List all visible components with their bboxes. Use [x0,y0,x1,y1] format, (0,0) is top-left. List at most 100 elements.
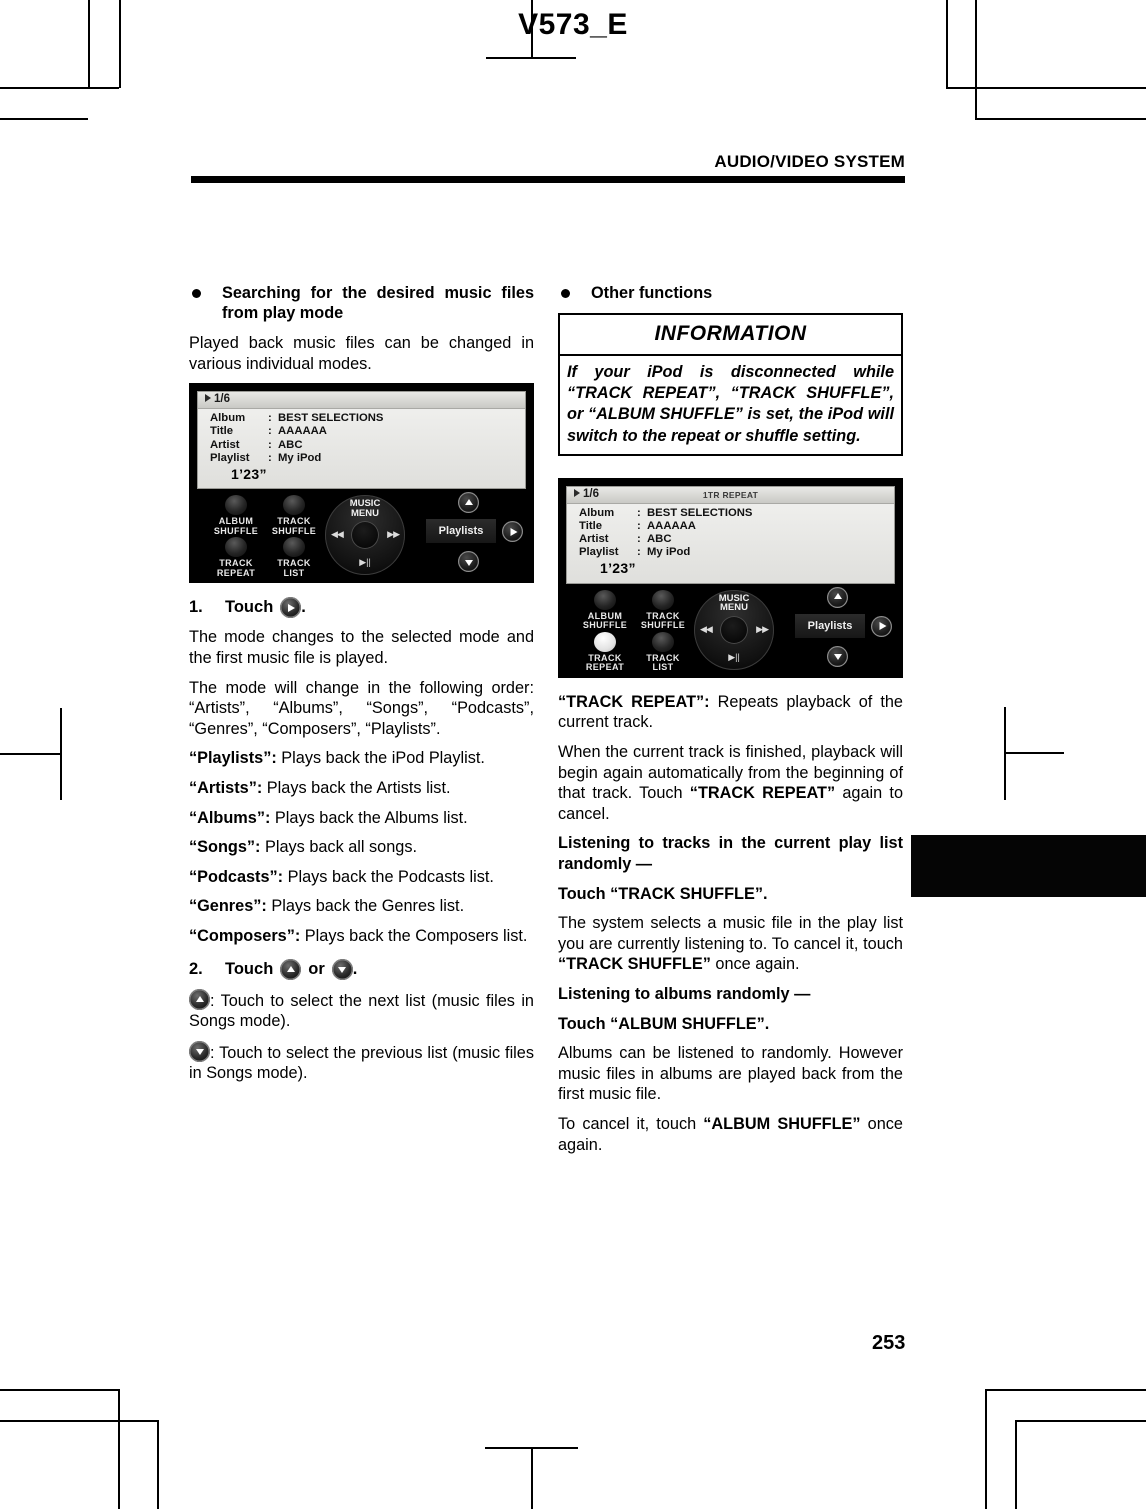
mode-order-text: The mode will change in the following or… [189,678,534,738]
previous-track-icon[interactable]: ◀◀ [700,624,713,635]
playlists-play-button[interactable] [502,521,523,543]
chevron-up-icon[interactable] [280,958,302,980]
track-shuffle-body-bold: “TRACK SHUFFLE” [558,955,711,974]
mode-def-playlists: “Playlists”: Plays back the iPod Playlis… [189,748,534,769]
device-meta-row: Playlist : My iPod [210,452,525,465]
scroll-down-button[interactable] [458,551,479,573]
document-code: V573_E [518,8,628,41]
mode-def-composers: “Composers”: Plays back the Composers li… [189,926,534,947]
track-shuffle-button[interactable]: TRACK SHUFFLE [263,495,325,536]
scroll-up-button[interactable] [827,586,848,608]
album-shuffle-button[interactable]: ALBUM SHUFFLE [574,589,636,631]
play-pause-icon[interactable]: ▶|| [325,557,405,568]
track-list-button[interactable]: TRACK LIST [632,631,694,673]
bullet-dot-icon [561,289,570,298]
scroll-down-button[interactable] [827,645,848,667]
manual-page: V573_E AUDIO/VIDEO SYSTEM 253 Searching … [0,0,1146,1509]
mode-def-desc: Plays back the Podcasts list. [283,867,494,886]
device-elapsed-time: 1’23” [231,465,267,482]
mode-def-term: “Podcasts”: [189,867,284,886]
album-shuffle-label: ALBUM SHUFFLE [582,610,628,630]
crop-mark-bottom-right-h1 [985,1389,1146,1391]
device-meta-row: Album : BEST SELECTIONS [579,507,894,520]
scroll-up-button[interactable] [458,492,479,514]
album-shuffle-knob-icon [594,589,616,610]
playlists-chip[interactable]: Playlists [795,613,865,638]
device-mode-tag: 1TR REPEAT [702,489,759,500]
information-title: INFORMATION [560,315,901,357]
meta-colon: : [268,425,272,438]
left-heading-text: Searching for the desired music files fr… [222,284,534,323]
wheel-center-button[interactable] [720,615,748,644]
device-navpad: Playlists [781,586,893,670]
left-intro: Played back music files can be changed i… [189,334,534,373]
track-repeat-button[interactable]: TRACK REPEAT [574,631,636,673]
chevron-up-icon[interactable] [189,988,210,1010]
music-menu-wheel[interactable]: MUSIC MENU ◀◀ ▶▶ ▶|| [325,495,405,576]
track-repeat-button[interactable]: TRACK REPEAT [205,537,267,578]
step-2: 2. Touch or . [189,958,534,980]
crop-mark-bottom-right-h2 [1016,1420,1146,1422]
meta-colon: : [268,412,272,425]
mode-def-term: “Genres”: [189,897,267,916]
device-elapsed-time: 1’23” [600,560,636,577]
information-body: If your iPod is disconnected while “TRAC… [567,363,894,445]
album-shuffle-button[interactable]: ALBUM SHUFFLE [205,495,267,536]
track-repeat-label: TRACK REPEAT [585,652,625,672]
meta-colon: : [268,438,272,451]
step-1-description: The mode changes to the selected mode an… [189,628,534,667]
meta-key: Playlist [210,451,250,464]
track-repeat-term: “TRACK REPEAT”: [558,692,710,711]
wheel-center-button[interactable] [351,521,379,550]
playlists-play-button[interactable] [871,615,892,637]
meta-key: Title [210,425,234,438]
down-button-description: : Touch to select the previous list (mus… [189,1040,534,1084]
meta-colon: : [637,533,641,546]
chevron-down-icon[interactable] [189,1040,210,1062]
mode-def-term: “Albums”: [189,808,271,827]
playlists-chip[interactable]: Playlists [426,519,496,544]
album-shuffle-label: ALBUM SHUFFLE [213,516,259,536]
section-title: AUDIO/VIDEO SYSTEM [714,152,905,171]
step-1-period: . [301,598,306,617]
next-track-icon[interactable]: ▶▶ [387,529,400,540]
chapter-tab-marker [911,835,1146,897]
crop-mark-bottom-right-v2 [1015,1420,1017,1509]
track-shuffle-body-part2: once again. [710,955,800,974]
track-repeat-body-bold: “TRACK REPEAT” [689,784,836,803]
meta-colon: : [637,519,641,532]
track-list-knob-icon [652,631,674,652]
meta-key: Playlist [579,546,619,559]
play-triangle-icon [574,488,580,497]
crop-mark-top-left-h2 [0,118,88,120]
next-track-icon[interactable]: ▶▶ [756,624,769,635]
crop-mark-bottom-right-v1 [985,1389,987,1509]
play-icon[interactable] [280,597,302,619]
track-shuffle-knob-icon [283,495,305,516]
music-menu-label: MUSIC MENU [718,592,750,614]
mode-def-term: “Artists”: [189,778,263,797]
previous-track-icon[interactable]: ◀◀ [331,529,344,540]
meta-key: Artist [579,533,609,546]
album-shuffle-cancel-bold: “ALBUM SHUFFLE” [703,1115,861,1134]
track-list-button[interactable]: TRACK LIST [263,537,325,578]
track-shuffle-button[interactable]: TRACK SHUFFLE [632,589,694,631]
device-meta-row: Title : AAAAAA [210,425,525,438]
device-navpad: Playlists [412,491,524,575]
device-meta-row: Playlist : My iPod [579,546,894,559]
meta-key: Album [210,412,246,425]
mode-def-desc: Plays back the Composers list. [300,926,528,945]
device-controls: ALBUM SHUFFLE TRACK SHUFFLE TRACK REPEAT… [566,584,895,672]
device-screenshot-play-mode: 1/6 Album : BEST SELECTIONS Title : AAAA… [189,383,534,584]
mode-def-term: “Songs”: [189,838,261,857]
meta-key: Album [579,506,615,519]
track-repeat-label: TRACK REPEAT [216,558,256,578]
album-shuffle-cancel-part1: To cancel it, touch [558,1115,704,1134]
header-rule [191,176,905,183]
play-pause-icon[interactable]: ▶|| [694,652,774,663]
music-menu-wheel[interactable]: MUSIC MENU ◀◀ ▶▶ ▶|| [694,589,774,670]
page-number: 253 [872,1332,906,1354]
track-shuffle-heading: Listening to tracks in the current play … [558,833,903,874]
chevron-down-icon[interactable] [331,958,353,980]
step-2-or: or [308,959,325,978]
